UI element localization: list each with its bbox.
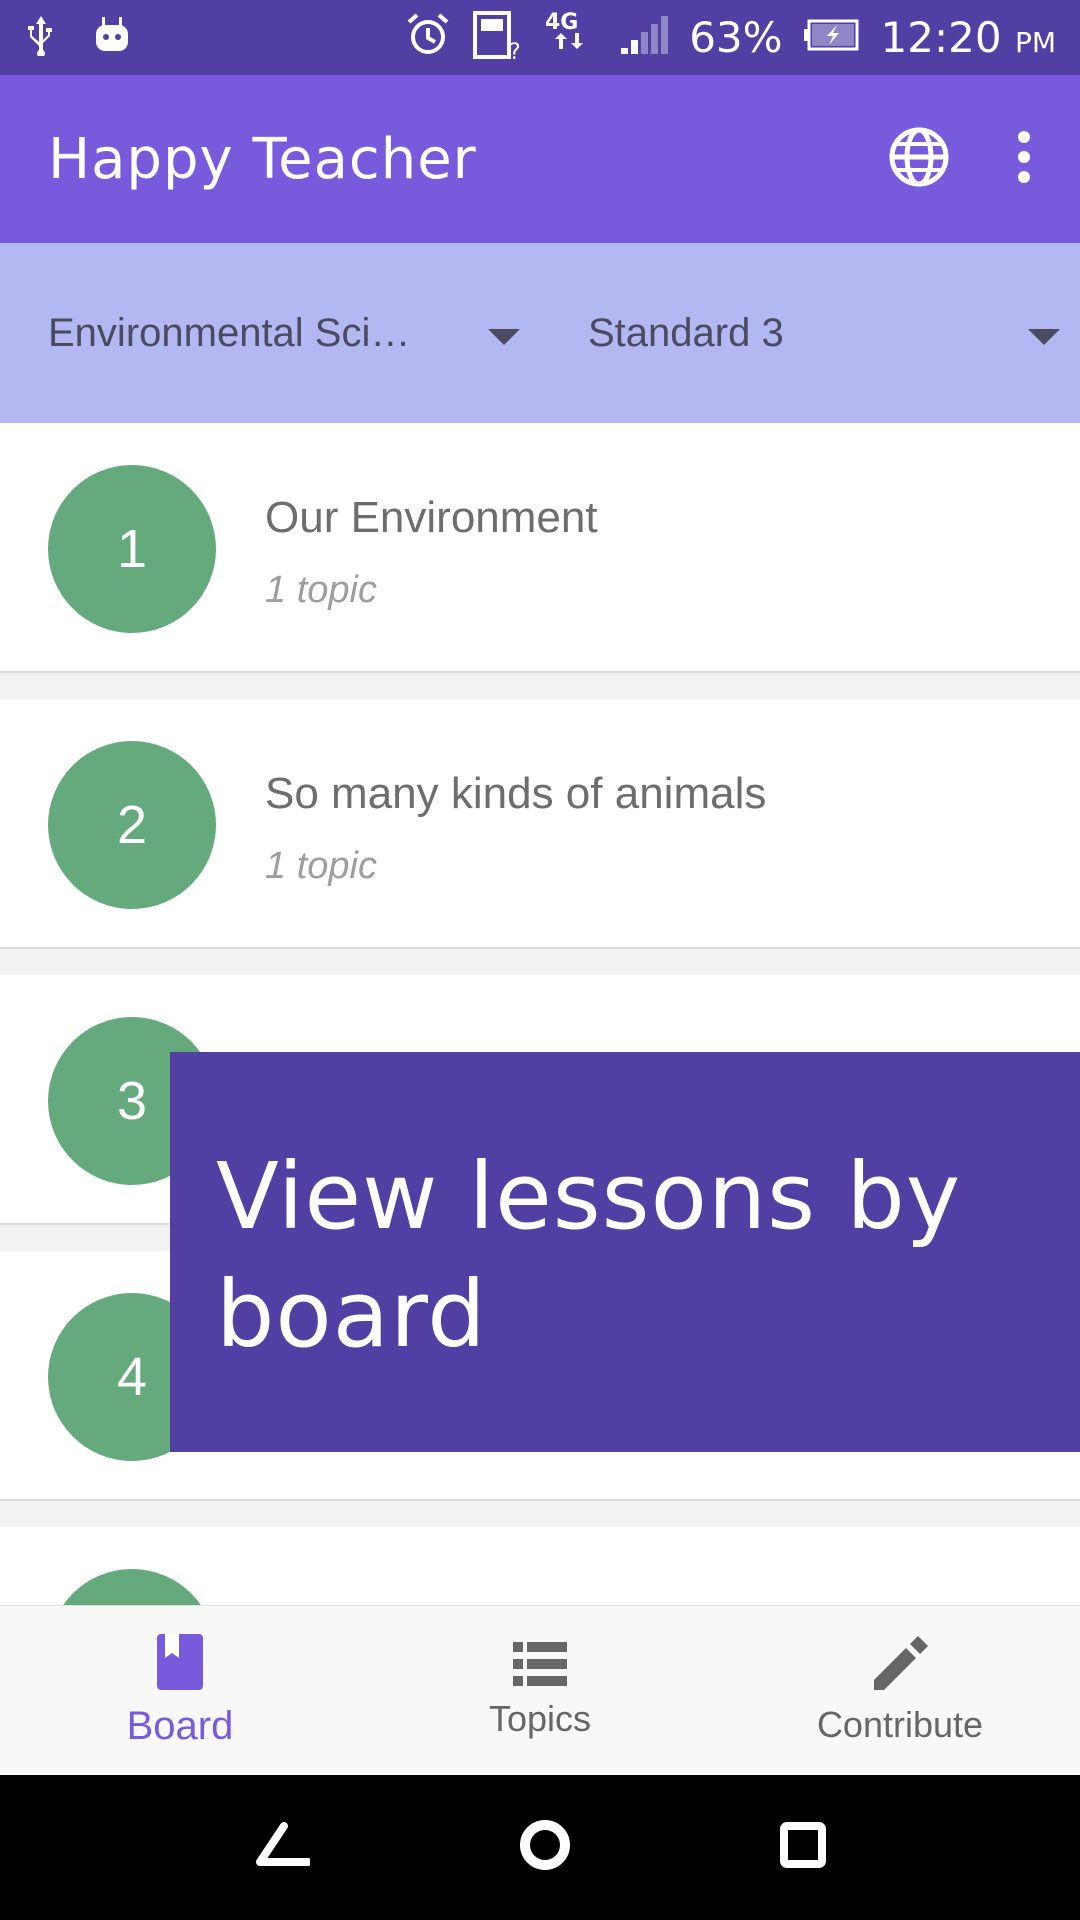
lesson-title: So many kinds of animals bbox=[265, 769, 767, 818]
tooltip-text: View lessons by board bbox=[216, 1143, 962, 1368]
svg-text:?: ? bbox=[509, 40, 521, 61]
nav-item-board[interactable]: Board bbox=[0, 1606, 360, 1775]
standard-value: Standard 3 bbox=[588, 310, 784, 355]
pencil-icon bbox=[874, 1635, 928, 1690]
app-bar: Happy Teacher bbox=[0, 75, 1080, 243]
lesson-topic-count: 1 topic bbox=[265, 845, 377, 887]
chevron-down-icon bbox=[1028, 329, 1060, 345]
list-icon bbox=[513, 1641, 567, 1686]
sim-card-icon: ? bbox=[471, 9, 525, 66]
svg-text:4G: 4G bbox=[545, 10, 578, 35]
network-type-icon: 4G bbox=[545, 9, 599, 66]
screen: ? 4G 63% 12:20 PM Happy Teacher Environm… bbox=[0, 0, 1080, 1920]
back-button[interactable] bbox=[254, 1822, 313, 1873]
more-vert-icon bbox=[1018, 130, 1030, 183]
alarm-icon bbox=[405, 12, 451, 63]
filter-bar: Environmental Sci… Standard 3 bbox=[0, 243, 1080, 423]
language-globe-button[interactable] bbox=[888, 126, 950, 193]
lesson-number: 1 bbox=[48, 465, 216, 633]
back-icon bbox=[256, 1822, 313, 1866]
home-button[interactable] bbox=[519, 1819, 571, 1876]
nav-label-board: Board bbox=[126, 1704, 234, 1748]
home-circle-icon bbox=[519, 1820, 570, 1870]
subject-value: Environmental Sci… bbox=[48, 310, 411, 355]
nav-item-topics[interactable]: Topics bbox=[360, 1606, 720, 1775]
usb-icon bbox=[24, 14, 58, 61]
recents-square-icon bbox=[779, 1822, 826, 1868]
chevron-down-icon bbox=[488, 329, 520, 345]
standard-dropdown[interactable]: Standard 3 bbox=[540, 243, 1080, 423]
lesson-number: 2 bbox=[48, 741, 216, 909]
clock: 12:20 PM bbox=[881, 13, 1056, 62]
bottom-navigation: Board Topics Contribute bbox=[0, 1605, 1080, 1775]
book-icon bbox=[157, 1634, 203, 1690]
recents-button[interactable] bbox=[779, 1822, 826, 1873]
lesson-topic-count: 1 topic bbox=[265, 569, 377, 611]
battery-charging-icon bbox=[803, 18, 861, 57]
app-title: Happy Teacher bbox=[48, 126, 477, 192]
nav-item-contribute[interactable]: Contribute bbox=[720, 1606, 1080, 1775]
nav-label-topics: Topics bbox=[488, 1697, 592, 1739]
clock-ampm: PM bbox=[1014, 26, 1056, 59]
lesson-card[interactable]: 1 Our Environment 1 topic bbox=[0, 423, 1080, 673]
signal-icon bbox=[619, 14, 669, 61]
onboarding-tooltip[interactable]: View lessons by board bbox=[170, 1052, 1080, 1452]
subject-dropdown[interactable]: Environmental Sci… bbox=[0, 243, 540, 423]
system-navigation-bar bbox=[0, 1775, 1080, 1920]
nav-label-contribute: Contribute bbox=[816, 1703, 984, 1745]
globe-icon bbox=[889, 127, 949, 186]
overflow-menu-button[interactable] bbox=[1016, 130, 1032, 188]
clock-time: 12:20 bbox=[880, 13, 1002, 62]
status-bar: ? 4G 63% 12:20 PM bbox=[0, 0, 1080, 75]
lesson-card[interactable]: 2 So many kinds of animals 1 topic bbox=[0, 699, 1080, 949]
android-icon bbox=[94, 15, 130, 60]
lesson-title: Our Environment bbox=[265, 493, 598, 542]
battery-percent: 63% bbox=[689, 13, 783, 62]
